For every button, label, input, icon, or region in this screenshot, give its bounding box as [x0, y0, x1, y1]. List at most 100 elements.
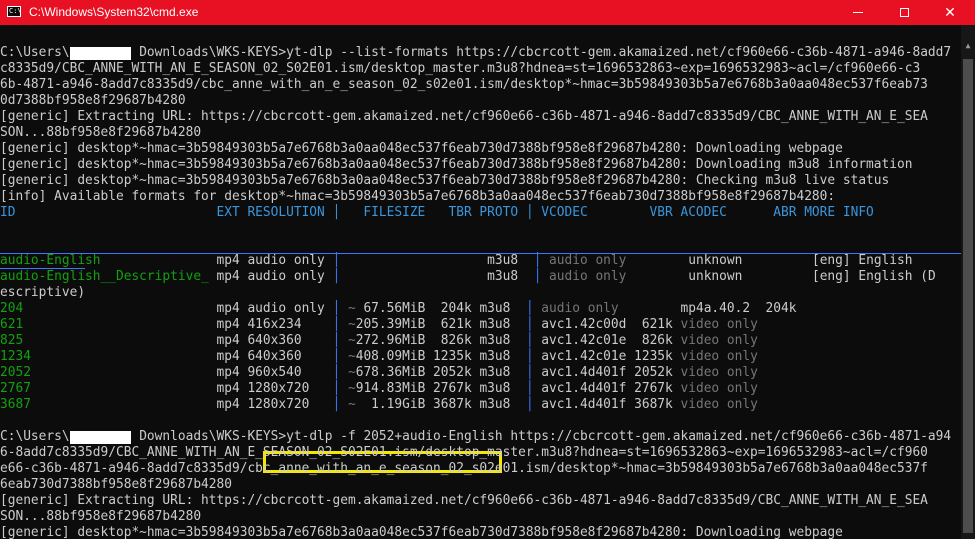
- console-text: Downloads\WKS-KEYS>yt-dlp -f 2052+audio-…: [131, 429, 952, 444]
- cmd-icon-text: C:\: [9, 7, 22, 15]
- console-text: │: [525, 301, 534, 316]
- console-line: 621 mp4 416x234 │ ~205.39MiB 621k m3u8 │…: [0, 317, 758, 333]
- console-text: audio-English__Descriptive_: [0, 269, 209, 284]
- scroll-up-arrow-icon[interactable]: ▲: [961, 41, 975, 51]
- console-text: 205.39MiB 621k m3u8: [355, 317, 526, 332]
- console-text: ~: [340, 317, 356, 332]
- console-text: ~: [340, 301, 356, 316]
- console-text: SON...88bf958e8f29687b4280: [0, 509, 202, 524]
- console-text: video only: [680, 333, 758, 348]
- console-line: 825 mp4 640x360 │ ~272.96MiB 826k m3u8 │…: [0, 333, 758, 349]
- console-line: [info] Available formats for desktop*~hm…: [0, 189, 835, 205]
- console-text: [generic] desktop*~hmac=3b59849303b5a7e6…: [0, 157, 913, 172]
- console-text: video only: [680, 397, 758, 412]
- console-line: C:\Users\ Downloads\WKS-KEYS>yt-dlp -f 2…: [0, 429, 951, 445]
- console-line: 6-8add7c8335d9/CBC_ANNE_WITH_AN_E_SEASON…: [0, 445, 928, 461]
- console-text: │: [525, 397, 534, 412]
- console-text: c8335d9/CBC_ANNE_WITH_AN_E_SEASON_02_S02…: [0, 61, 921, 76]
- console-text: 1.19GiB 3687k m3u8: [355, 397, 526, 412]
- console-text: 272.96MiB 826k m3u8: [355, 333, 526, 348]
- console-line: [generic] desktop*~hmac=3b59849303b5a7e6…: [0, 173, 889, 189]
- console-text: mp4 audio only: [100, 253, 333, 268]
- console-text: audio-English: [0, 253, 101, 268]
- console-line: 0d7388bf958e8f29687b4280: [0, 93, 186, 109]
- console-text: video only: [680, 365, 758, 380]
- console-text: 825: [0, 333, 24, 348]
- console-text: 6eab730d7388bf958e8f29687b4280: [0, 477, 232, 492]
- console-text: audio only: [533, 301, 619, 316]
- vertical-scrollbar[interactable]: ▲: [961, 25, 975, 539]
- console-text: 2767: [0, 381, 31, 396]
- console-text: avc1.42c01e 826k: [533, 333, 681, 348]
- console-text: 6-8add7c8335d9/CBC_ANNE_WITH_AN_E_SEASON…: [0, 445, 928, 460]
- console-text: │: [525, 365, 534, 380]
- console-line: e66-c36b-4871-a946-8add7c8335d9/cbc_anne…: [0, 461, 928, 477]
- window-title: C:\Windows\System32\cmd.exe: [29, 5, 199, 19]
- console-text: mp4 1280x720: [30, 397, 333, 412]
- console-text: 914.83MiB 2767k m3u8: [355, 381, 526, 396]
- console-text: C:\Users\: [0, 429, 70, 444]
- console-text: audio only: [541, 269, 627, 284]
- console-text: C:\Users\: [0, 45, 70, 60]
- console-text: ~: [340, 333, 356, 348]
- console-line: escriptive): [0, 285, 85, 301]
- cmd-icon: C:\: [7, 6, 22, 17]
- console-line: SON...88bf958e8f29687b4280: [0, 125, 201, 141]
- console-text: 1234: [0, 349, 31, 364]
- console-text: 6b-4871-a946-8add7c8335d9/cbc_anne_with_…: [0, 77, 928, 92]
- console-output[interactable]: C:\Users\ Downloads\WKS-KEYS>yt-dlp --li…: [0, 25, 961, 539]
- console-text: ~: [340, 365, 356, 380]
- console-text: escriptive): [0, 285, 86, 300]
- console-text: 3687: [0, 397, 31, 412]
- console-text: m3u8: [340, 253, 534, 268]
- console-line: audio-English mp4 audio only │ m3u8 │ au…: [0, 253, 912, 269]
- console-text: mp4a.40.2 204k: [618, 301, 797, 316]
- console-text: video only: [680, 317, 758, 332]
- console-text: [generic] desktop*~hmac=3b59849303b5a7e6…: [0, 141, 843, 156]
- console-line: 204 mp4 audio only │ ~ 67.56MiB 204k m3u…: [0, 301, 797, 317]
- console-line: 3687 mp4 1280x720 │ ~ 1.19GiB 3687k m3u8…: [0, 397, 758, 413]
- console-text: mp4 640x360: [23, 333, 333, 348]
- console-text: 678.36MiB 2052k m3u8: [355, 365, 526, 380]
- console-line: [generic] Extracting URL: https://cbcrco…: [0, 109, 928, 125]
- close-button[interactable]: ✕: [927, 0, 973, 25]
- console-line: audio-English__Descriptive_ mp4 audio on…: [0, 269, 936, 285]
- console-line: [generic] Extracting URL: https://cbcrco…: [0, 493, 928, 509]
- console-text: avc1.4d401f 2052k: [533, 365, 681, 380]
- maximize-button[interactable]: [881, 0, 927, 25]
- console-line: C:\Users\ Downloads\WKS-KEYS>yt-dlp --li…: [0, 45, 951, 61]
- console-line: 6b-4871-a946-8add7c8335d9/cbc_anne_with_…: [0, 77, 928, 93]
- console-text: [generic] Extracting URL: https://cbcrco…: [0, 109, 928, 124]
- console-text: video only: [680, 349, 758, 364]
- console-text: │: [525, 349, 534, 364]
- console-text: 408.09MiB 1235k m3u8: [355, 349, 526, 364]
- console-line: [generic] desktop*~hmac=3b59849303b5a7e6…: [0, 141, 843, 157]
- console-text: ~: [340, 397, 356, 412]
- title-bar[interactable]: C:\ C:\Windows\System32\cmd.exe ✕: [0, 0, 975, 25]
- console-text: video only: [680, 381, 758, 396]
- console-text: mp4 416x234: [23, 317, 333, 332]
- console-line: [generic] desktop*~hmac=3b59849303b5a7e6…: [0, 525, 843, 539]
- console-text: mp4 audio only: [208, 269, 333, 284]
- console-text: [info] Available formats for desktop*~hm…: [0, 189, 836, 204]
- console-text: mp4 1280x720: [30, 381, 333, 396]
- console-text: SON...88bf958e8f29687b4280: [0, 125, 202, 140]
- console-text: mp4 960x540: [30, 365, 333, 380]
- console-text: [generic] desktop*~hmac=3b59849303b5a7e6…: [0, 525, 843, 539]
- console-line: 1234 mp4 640x360 │ ~408.09MiB 1235k m3u8…: [0, 349, 758, 365]
- console-text: 2052: [0, 365, 31, 380]
- console-text: │: [525, 381, 534, 396]
- console-line: 2767 mp4 1280x720 │ ~914.83MiB 2767k m3u…: [0, 381, 758, 397]
- console-text: avc1.42c01e 1235k: [533, 349, 681, 364]
- console-line: ID EXT RESOLUTION │ FILESIZE TBR PROTO │…: [0, 205, 874, 221]
- console-text: m3u8: [340, 269, 534, 284]
- console-line: 6eab730d7388bf958e8f29687b4280: [0, 477, 232, 493]
- console-text: 621: [0, 317, 24, 332]
- minimize-button[interactable]: [835, 0, 881, 25]
- console-text: │: [525, 333, 534, 348]
- console-text: unknown [eng] English (D: [626, 269, 936, 284]
- scrollbar-thumb[interactable]: [963, 59, 973, 533]
- console-text: mp4 audio only: [23, 301, 333, 316]
